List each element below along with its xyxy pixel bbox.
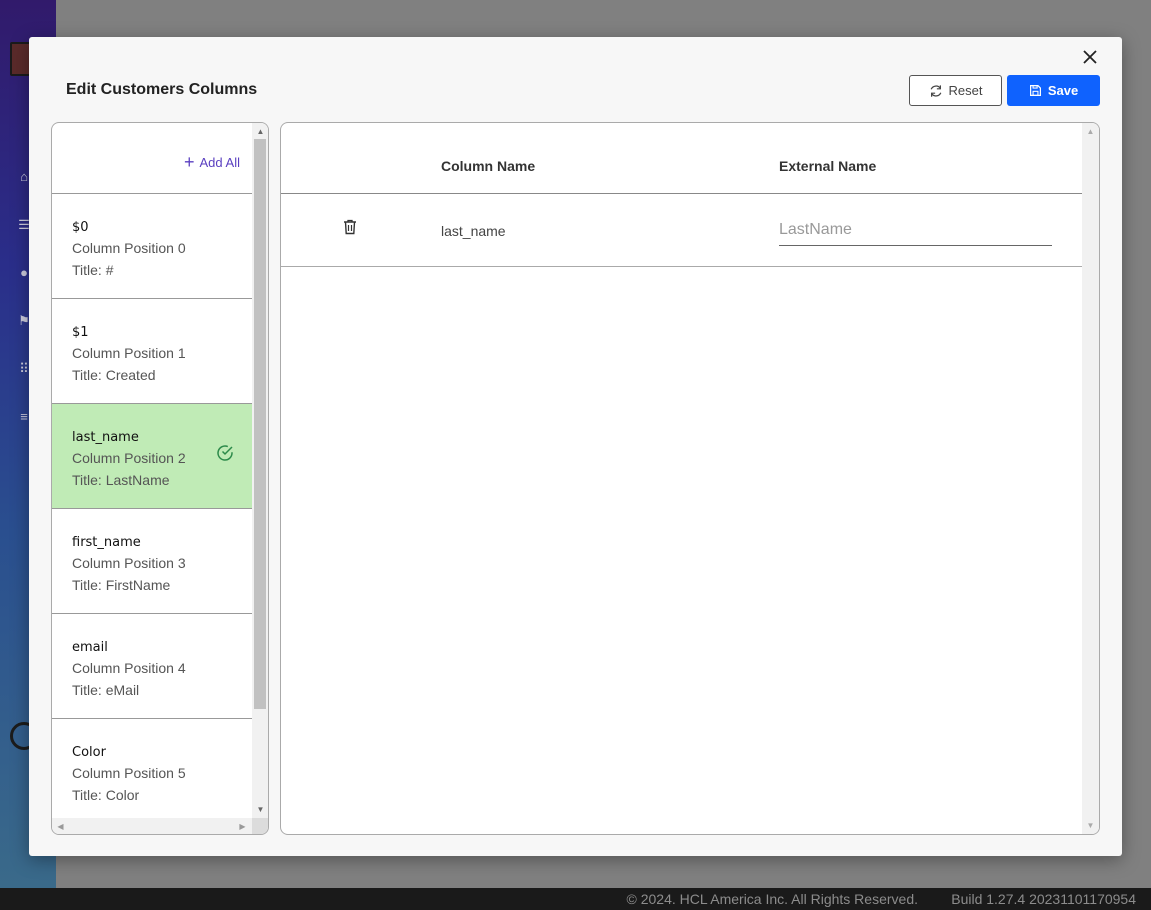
column-position: Column Position 2: [72, 450, 186, 466]
reset-button[interactable]: Reset: [909, 75, 1002, 106]
column-title: Title: LastName: [72, 472, 170, 488]
column-name-header: Column Name: [441, 158, 536, 174]
add-all-row: + Add All: [52, 123, 252, 194]
vertical-scrollbar[interactable]: ▲ ▼: [252, 123, 268, 818]
plus-icon: +: [184, 152, 195, 172]
external-name-input[interactable]: [779, 214, 1052, 246]
column-name: $1: [72, 325, 89, 340]
column-title: Title: eMail: [72, 682, 140, 698]
edit-columns-modal: Edit Customers Columns Reset Save + Add …: [29, 37, 1122, 856]
scroll-up-icon[interactable]: ▲: [1086, 127, 1095, 136]
column-list-viewport: + Add All $0 Column Position 0 Title: # $1 C…: [52, 123, 252, 818]
scroll-right-icon[interactable]: ▶: [238, 822, 247, 831]
refresh-icon: [930, 84, 941, 97]
list-item[interactable]: $1 Column Position 1 Title: Created: [52, 299, 252, 404]
column-position: Column Position 0: [72, 240, 186, 256]
column-name: $0: [72, 220, 89, 235]
column-name: Color: [72, 745, 106, 760]
column-name: email: [72, 640, 108, 655]
column-position: Column Position 3: [72, 555, 186, 571]
list-item[interactable]: email Column Position 4 Title: eMail: [52, 614, 252, 719]
column-title: Title: #: [72, 262, 114, 278]
save-icon: [1029, 85, 1041, 96]
scroll-left-icon[interactable]: ◀: [56, 822, 65, 831]
column-name: last_name: [72, 430, 139, 445]
column-name: first_name: [72, 535, 141, 550]
column-position: Column Position 1: [72, 345, 186, 361]
table-scrollbar[interactable]: ▲ ▼: [1082, 123, 1099, 834]
close-icon[interactable]: [1080, 47, 1100, 67]
build-info: Build 1.27.4 20231101170954: [951, 891, 1136, 907]
table-row: last_name: [281, 194, 1082, 267]
row-column-name: last_name: [441, 223, 506, 239]
column-position: Column Position 4: [72, 660, 186, 676]
scroll-down-icon[interactable]: ▼: [256, 805, 265, 814]
table-header: Column Name External Name: [281, 123, 1082, 194]
column-list: $0 Column Position 0 Title: # $1 Column Posi…: [52, 194, 252, 818]
column-title: Title: FirstName: [72, 577, 171, 593]
trash-icon[interactable]: [343, 219, 357, 235]
selected-columns-panel: Column Name External Name last_name ▲ ▼: [280, 122, 1100, 835]
footer: © 2024. HCL America Inc. All Rights Rese…: [0, 888, 1151, 910]
list-item[interactable]: first_name Column Position 3 Title: FirstN…: [52, 509, 252, 614]
add-all-label: Add All: [199, 155, 240, 170]
column-title: Title: Created: [72, 367, 156, 383]
scroll-up-icon[interactable]: ▲: [256, 127, 265, 136]
reset-label: Reset: [948, 83, 983, 98]
check-circle-icon: [217, 445, 233, 461]
column-position: Column Position 5: [72, 765, 186, 781]
list-item[interactable]: Color Column Position 5 Title: Color: [52, 719, 252, 818]
horizontal-scrollbar[interactable]: ◀ ▶: [52, 818, 252, 834]
scrollbar-thumb[interactable]: [254, 139, 266, 709]
scroll-down-icon[interactable]: ▼: [1086, 821, 1095, 830]
add-all-button[interactable]: + Add All: [184, 152, 240, 172]
list-item[interactable]: last_name Column Position 2 Title: LastNam…: [52, 404, 252, 509]
list-item[interactable]: $0 Column Position 0 Title: #: [52, 194, 252, 299]
scrollbar-corner: [252, 818, 268, 834]
copyright-text: © 2024. HCL America Inc. All Rights Rese…: [626, 891, 918, 907]
modal-title: Edit Customers Columns: [66, 81, 258, 98]
external-name-header: External Name: [779, 158, 877, 174]
save-label: Save: [1047, 83, 1079, 98]
column-title: Title: Color: [72, 787, 140, 803]
save-button[interactable]: Save: [1007, 75, 1100, 106]
available-columns-panel: + Add All $0 Column Position 0 Title: # $1 C…: [51, 122, 269, 835]
